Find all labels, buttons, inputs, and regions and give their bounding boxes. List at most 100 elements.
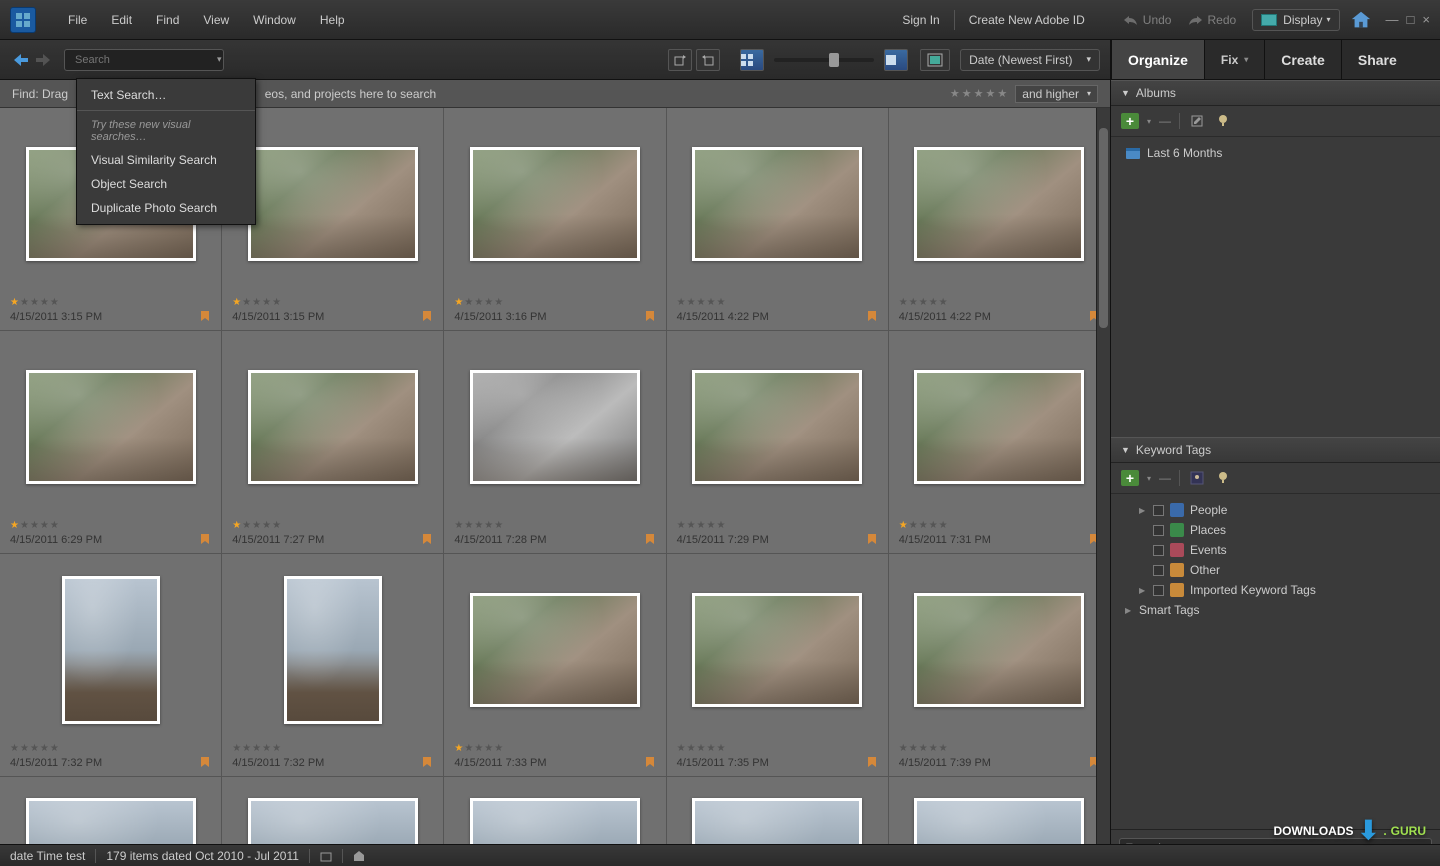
home-icon[interactable] [1350, 9, 1372, 31]
photo-thumbnail[interactable] [26, 370, 196, 484]
tag-icon[interactable] [644, 756, 656, 770]
menu-text-search[interactable]: Text Search… [77, 83, 255, 107]
tag-hint-button[interactable] [1214, 469, 1232, 487]
rating-stars[interactable]: ★★★★★ [677, 743, 878, 754]
status-icon-1[interactable] [320, 850, 332, 862]
photo-thumbnail[interactable] [692, 593, 862, 707]
scrollbar-vertical[interactable] [1096, 108, 1110, 866]
signin-link[interactable]: Sign In [892, 7, 949, 33]
thumbnail-cell[interactable]: ★★★★★4/15/2011 3:16 PM [444, 108, 665, 330]
display-dropdown[interactable]: Display ▾ [1252, 9, 1339, 31]
tag-events[interactable]: Events [1121, 540, 1430, 560]
edit-album-button[interactable] [1188, 112, 1206, 130]
sort-dropdown[interactable]: Date (Newest First) ▾ [960, 49, 1100, 71]
photo-thumbnail[interactable] [914, 593, 1084, 707]
rating-stars[interactable]: ★★★★★ [10, 520, 211, 531]
menu-file[interactable]: File [56, 7, 99, 33]
rating-stars[interactable]: ★★★★★ [10, 743, 211, 754]
rating-filter-mode[interactable]: and higher ▾ [1015, 85, 1098, 103]
rating-stars[interactable]: ★★★★★ [10, 297, 211, 308]
rating-stars[interactable]: ★★★★★ [899, 743, 1100, 754]
smart-tags[interactable]: ▶Smart Tags [1121, 600, 1430, 620]
rotate-right-button[interactable] [696, 49, 720, 71]
thumbnail-cell[interactable]: ★★★★★4/15/2011 7:29 PM [667, 331, 888, 553]
fullscreen-button[interactable] [920, 49, 950, 71]
minimize-button[interactable]: — [1386, 12, 1399, 27]
rating-stars[interactable]: ★★★★★ [899, 297, 1100, 308]
thumbnail-cell[interactable]: ★★★★★4/15/2011 7:28 PM [444, 331, 665, 553]
tag-icon[interactable] [866, 533, 878, 547]
tag-icon[interactable] [421, 310, 433, 324]
tag-imported[interactable]: ▶Imported Keyword Tags [1121, 580, 1430, 600]
thumbnail-cell[interactable]: ★★★★★4/15/2011 6:29 PM [0, 331, 221, 553]
tag-icon[interactable] [866, 756, 878, 770]
grid-view-button[interactable] [740, 49, 764, 71]
search-field[interactable]: ▾ [64, 49, 224, 71]
tab-share[interactable]: Share [1341, 40, 1413, 79]
add-album-button[interactable]: + [1121, 113, 1139, 129]
tag-icon[interactable] [199, 310, 211, 324]
redo-button[interactable]: Redo [1179, 9, 1244, 31]
thumbnail-cell[interactable]: ★★★★★4/15/2011 7:32 PM [0, 554, 221, 776]
photo-thumbnail[interactable] [62, 576, 160, 724]
tag-other[interactable]: Other [1121, 560, 1430, 580]
thumbnail-cell[interactable]: ★★★★★4/15/2011 7:33 PM [444, 554, 665, 776]
rating-filter-stars[interactable]: ★★★★★ [950, 87, 1007, 100]
rating-stars[interactable]: ★★★★★ [677, 297, 878, 308]
thumbnail-cell[interactable]: ★★★★★4/15/2011 7:39 PM [889, 554, 1110, 776]
nav-back-button[interactable] [10, 49, 32, 71]
photo-thumbnail[interactable] [248, 370, 418, 484]
photo-thumbnail[interactable] [914, 370, 1084, 484]
tab-organize[interactable]: Organize [1111, 40, 1204, 79]
add-tag-button[interactable]: + [1121, 470, 1139, 486]
maximize-button[interactable]: □ [1407, 12, 1415, 27]
tag-icon[interactable] [199, 533, 211, 547]
thumbnail-cell[interactable]: ★★★★★4/15/2011 4:22 PM [667, 108, 888, 330]
tag-icon[interactable] [644, 310, 656, 324]
tag-icon[interactable] [199, 756, 211, 770]
nav-forward-button[interactable] [32, 49, 54, 71]
search-input[interactable] [75, 54, 217, 66]
photo-thumbnail[interactable] [470, 147, 640, 261]
thumbnail-cell[interactable]: ★★★★★4/15/2011 7:35 PM [667, 554, 888, 776]
tag-icon[interactable] [644, 533, 656, 547]
undo-button[interactable]: Undo [1115, 9, 1180, 31]
album-hint-button[interactable] [1214, 112, 1232, 130]
tag-people[interactable]: ▶People [1121, 500, 1430, 520]
menu-object-search[interactable]: Object Search [77, 172, 255, 196]
tag-icon[interactable] [421, 533, 433, 547]
thumbnail-cell[interactable]: ★★★★★4/15/2011 7:27 PM [222, 331, 443, 553]
status-icon-2[interactable] [353, 850, 365, 862]
rating-stars[interactable]: ★★★★★ [454, 743, 655, 754]
app-icon[interactable] [10, 7, 36, 33]
rotate-left-button[interactable] [668, 49, 692, 71]
search-dropdown-arrow[interactable]: ▾ [217, 54, 222, 65]
photo-thumbnail[interactable] [692, 370, 862, 484]
tab-fix[interactable]: Fix▾ [1204, 40, 1264, 79]
rating-stars[interactable]: ★★★★★ [232, 520, 433, 531]
menu-edit[interactable]: Edit [99, 7, 144, 33]
menu-find[interactable]: Find [144, 7, 191, 33]
rating-stars[interactable]: ★★★★★ [232, 743, 433, 754]
photo-thumbnail[interactable] [692, 147, 862, 261]
rating-stars[interactable]: ★★★★★ [454, 520, 655, 531]
photo-thumbnail[interactable] [470, 370, 640, 484]
rating-stars[interactable]: ★★★★★ [677, 520, 878, 531]
thumbnail-cell[interactable]: ★★★★★4/15/2011 7:31 PM [889, 331, 1110, 553]
rating-stars[interactable]: ★★★★★ [454, 297, 655, 308]
create-adobe-id-link[interactable]: Create New Adobe ID [959, 7, 1095, 33]
menu-window[interactable]: Window [241, 7, 308, 33]
photo-thumbnail[interactable] [914, 147, 1084, 261]
menu-view[interactable]: View [191, 7, 241, 33]
thumbnail-cell[interactable]: ★★★★★4/15/2011 7:32 PM [222, 554, 443, 776]
single-view-button[interactable] [884, 49, 908, 71]
tag-icon[interactable] [421, 756, 433, 770]
album-last-6-months[interactable]: Last 6 Months [1121, 143, 1430, 163]
photo-thumbnail[interactable] [284, 576, 382, 724]
tag-icon[interactable] [866, 310, 878, 324]
rating-stars[interactable]: ★★★★★ [232, 297, 433, 308]
photo-thumbnail[interactable] [470, 593, 640, 707]
thumbnail-size-slider[interactable] [774, 58, 874, 62]
photo-thumbnail[interactable] [248, 147, 418, 261]
menu-duplicate-search[interactable]: Duplicate Photo Search [77, 196, 255, 220]
